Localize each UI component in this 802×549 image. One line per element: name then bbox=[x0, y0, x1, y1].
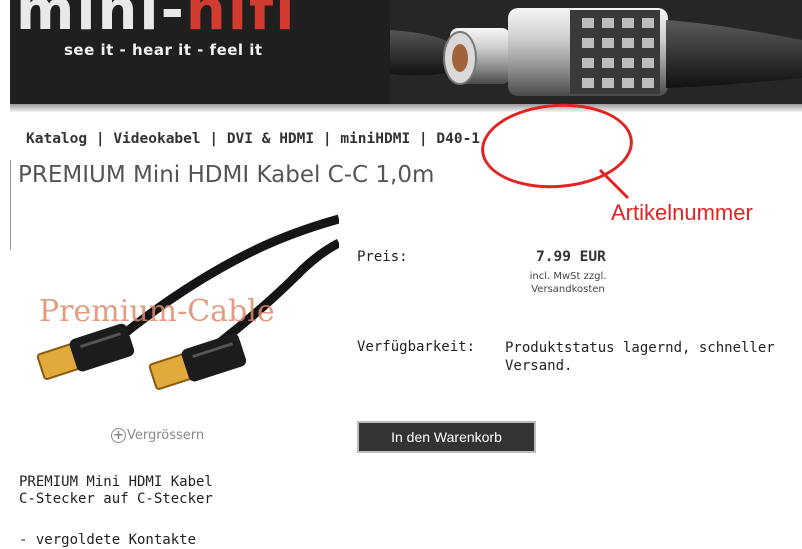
product-description: PREMIUM Mini HDMI Kabel C-Stecker auf C-… bbox=[19, 474, 213, 508]
price-note-line: incl. MwSt zzgl. bbox=[529, 271, 607, 282]
feature-bullet: - vergoldete Kontakte bbox=[19, 532, 197, 548]
breadcrumb-item-katalog[interactable]: Katalog bbox=[26, 131, 87, 147]
price-note: incl. MwSt zzgl. Versandkosten bbox=[508, 270, 628, 296]
logo-text: mini- bbox=[16, 0, 186, 43]
site-logo[interactable]: mini-hifi bbox=[16, 0, 296, 43]
annotation-pointer bbox=[598, 168, 630, 200]
availability-line: Versand. bbox=[505, 358, 573, 374]
header-banner: mini-hifi see it - hear it - feel it bbox=[10, 0, 802, 104]
zoom-plus-icon: + bbox=[111, 428, 126, 443]
add-to-cart-button[interactable]: In den Warenkorb bbox=[357, 421, 536, 453]
shipping-costs-link[interactable]: Versandkosten bbox=[508, 283, 628, 296]
left-border-line bbox=[10, 160, 11, 250]
breadcrumb-item-minihdmi[interactable]: miniHDMI bbox=[340, 131, 410, 147]
page-title: PREMIUM Mini HDMI Kabel C-C 1,0m bbox=[18, 162, 435, 188]
breadcrumb-separator: | bbox=[314, 131, 341, 147]
availability-label: Verfügbarkeit: bbox=[357, 339, 476, 355]
banner-cable-image bbox=[390, 0, 802, 104]
breadcrumb: Katalog | Videokabel | DVI & HDMI | mini… bbox=[26, 131, 480, 147]
image-watermark: Premium-Cable bbox=[39, 294, 275, 329]
description-line: PREMIUM Mini HDMI Kabel bbox=[19, 474, 213, 490]
breadcrumb-separator: | bbox=[200, 131, 227, 147]
breadcrumb-item-videokabel[interactable]: Videokabel bbox=[113, 131, 200, 147]
breadcrumb-item-dvi-hdmi[interactable]: DVI & HDMI bbox=[227, 131, 314, 147]
slogan: see it - hear it - feel it bbox=[64, 41, 263, 59]
enlarge-label: Vergrössern bbox=[127, 428, 205, 443]
breadcrumb-item-article-number[interactable]: D40-1 bbox=[436, 131, 480, 147]
price-label: Preis: bbox=[357, 249, 408, 265]
banner-divider bbox=[10, 104, 802, 112]
description-line: C-Stecker auf C-Stecker bbox=[19, 491, 213, 507]
breadcrumb-separator: | bbox=[410, 131, 437, 147]
availability-line: Produktstatus lagernd, schneller bbox=[505, 340, 775, 356]
availability-value: Produktstatus lagernd, schneller Versand… bbox=[505, 339, 802, 375]
product-image[interactable]: Premium-Cable bbox=[19, 213, 339, 419]
price-value: 7.99 EUR bbox=[536, 249, 606, 265]
enlarge-link[interactable]: + Vergrössern bbox=[111, 428, 204, 443]
annotation-label: Artikelnummer bbox=[611, 200, 753, 225]
breadcrumb-separator: | bbox=[87, 131, 114, 147]
logo-text-accent: hifi bbox=[185, 0, 297, 43]
